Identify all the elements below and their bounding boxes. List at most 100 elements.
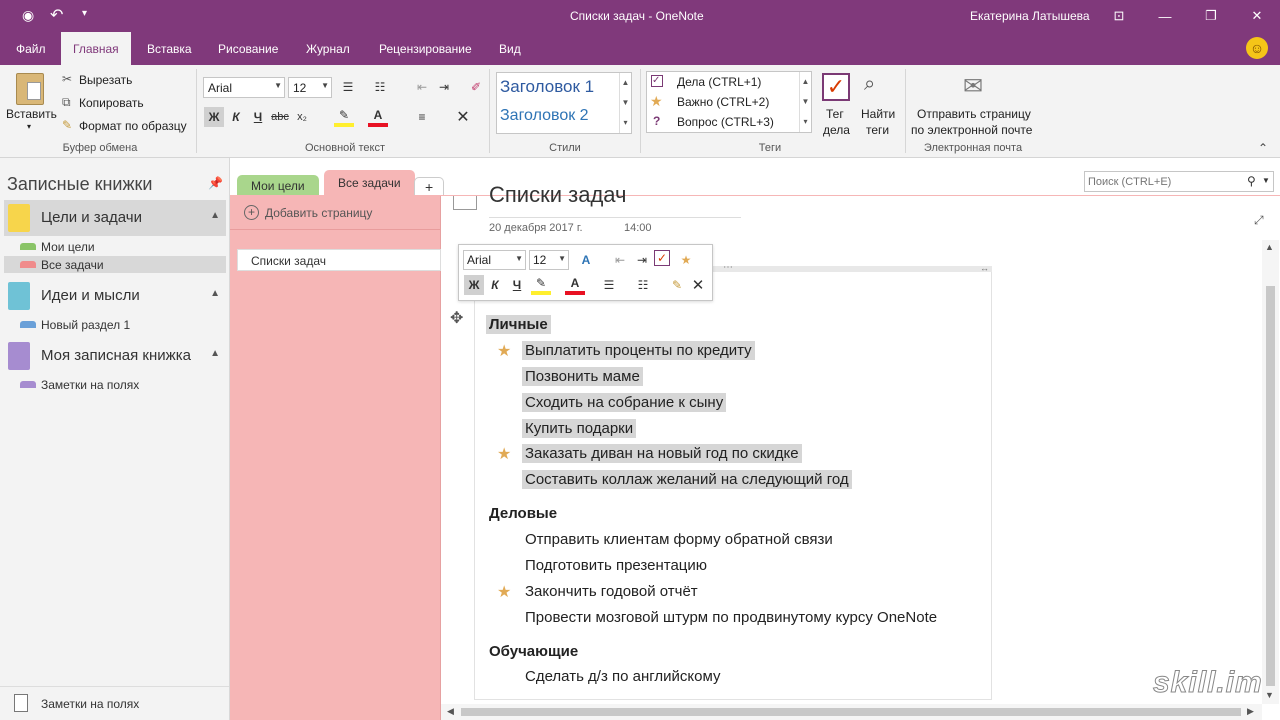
list-item[interactable]: Отправить клиентам форму обратной связи	[525, 531, 833, 548]
styles-scroll-icon[interactable]: ▲ ▼ ▾	[619, 73, 631, 133]
minimize-icon[interactable]: —	[1142, 0, 1188, 32]
bullets-icon[interactable]: ☰	[338, 77, 358, 97]
list-item[interactable]: Составить коллаж желаний на следующий го…	[522, 470, 852, 489]
paste-button[interactable]: Вставить	[6, 107, 57, 121]
collapse-ribbon-icon[interactable]: ⌃	[1258, 141, 1268, 155]
heading-study[interactable]: Обучающие	[489, 643, 578, 660]
list-item[interactable]: Заказать диван на новый год по скидке	[522, 444, 802, 463]
decrease-indent-icon[interactable]: ⇤	[610, 250, 630, 270]
email-page-label-1[interactable]: Отправить страницу	[917, 107, 1031, 121]
section-side-notes[interactable]: Заметки на полях	[4, 376, 226, 393]
mini-underline-button[interactable]: Ч	[507, 275, 527, 295]
collapse-icon[interactable]: ▲	[210, 348, 220, 359]
font-name-select[interactable]: Arial ▼	[203, 77, 285, 98]
mini-bullets-icon[interactable]: ☰	[599, 275, 619, 295]
underline-button[interactable]: Ч	[248, 107, 268, 127]
tab-file[interactable]: Файл	[4, 32, 58, 65]
envelope-icon[interactable]: ✉	[958, 75, 988, 99]
mini-size-select[interactable]: 12 ▼	[529, 250, 569, 270]
strikethrough-button[interactable]: abc	[270, 107, 290, 127]
search-scope-dropdown-icon[interactable]: ▼	[1262, 176, 1270, 185]
horizontal-scrollbar[interactable]: ◀ ▶	[441, 704, 1262, 720]
scroll-right-icon[interactable]: ▶	[1247, 706, 1254, 717]
section-all-tasks[interactable]: Все задачи	[4, 256, 226, 273]
list-item[interactable]: Подготовить презентацию	[525, 557, 707, 574]
mini-bold-button[interactable]: Ж	[464, 275, 484, 295]
tab-review[interactable]: Рецензирование	[367, 32, 484, 65]
highlight-icon[interactable]: ✎	[334, 107, 354, 127]
section-new-1[interactable]: Новый раздел 1	[4, 316, 226, 333]
pin-icon[interactable]: 📌	[208, 176, 223, 190]
list-item[interactable]: Выплатить проценты по кредиту	[522, 341, 755, 360]
paste-dropdown-icon[interactable]: ▾	[27, 122, 31, 131]
page-title[interactable]: Списки задач	[489, 182, 627, 212]
decrease-indent-icon[interactable]: ⇤	[412, 77, 432, 97]
subscript-button[interactable]: x₂	[292, 107, 312, 127]
tag-question[interactable]: Вопрос (CTRL+3)	[677, 115, 774, 129]
mini-highlight-icon[interactable]: ✎	[531, 275, 551, 295]
search-input[interactable]	[1088, 174, 1238, 189]
format-painter-button[interactable]: Формат по образцу	[79, 119, 187, 133]
tag-dropdown-icon[interactable]: ★	[676, 250, 696, 270]
cut-button[interactable]: Вырезать	[79, 73, 132, 87]
mini-numbering-icon[interactable]: ☷	[633, 275, 653, 295]
bold-button[interactable]: Ж	[204, 107, 224, 127]
expand-icon[interactable]: ⤢	[1254, 213, 1264, 228]
copy-button[interactable]: Копировать	[79, 96, 144, 110]
tab-home[interactable]: Главная	[61, 32, 131, 65]
tab-insert[interactable]: Вставка	[135, 32, 204, 65]
notebook-my[interactable]: Моя записная книжка ▲	[4, 338, 226, 374]
h-scroll-thumb[interactable]	[461, 708, 1241, 716]
list-item[interactable]: Сходить на собрание к сыну	[522, 393, 727, 412]
heading-personal[interactable]: Личные	[486, 315, 551, 334]
list-item[interactable]: Провести мозговой штурм по продвинутому …	[525, 609, 937, 626]
find-tags-icon[interactable]: ⌕	[864, 73, 894, 103]
tab-my-goals[interactable]: Мои цели	[237, 175, 319, 197]
tab-draw[interactable]: Рисование	[206, 32, 290, 65]
style-heading1[interactable]: Заголовок 1	[500, 77, 594, 97]
collapse-icon[interactable]: ▲	[210, 288, 220, 299]
tab-history[interactable]: Журнал	[294, 32, 362, 65]
heading-business[interactable]: Деловые	[489, 505, 557, 522]
search-box[interactable]: ⚲ ▼	[1084, 171, 1274, 192]
increase-indent-icon[interactable]: ⇥	[434, 77, 454, 97]
email-page-label-2[interactable]: по электронной почте	[911, 123, 1032, 137]
restore-icon[interactable]: ❐	[1188, 0, 1234, 32]
mini-format-painter-icon[interactable]: ✎	[667, 275, 687, 295]
list-item[interactable]: Позвонить маме	[522, 367, 643, 386]
tag-todo[interactable]: Дела (CTRL+1)	[677, 75, 761, 89]
todo-check-icon[interactable]: ✓	[654, 250, 670, 266]
paste-icon[interactable]	[16, 73, 44, 105]
todo-tag-label-2[interactable]: дела	[823, 123, 850, 137]
tags-scroll-icon[interactable]: ▲ ▼ ▾	[799, 72, 811, 132]
scroll-up-icon[interactable]: ▲	[1265, 242, 1274, 252]
notebook-ideas[interactable]: Идеи и мысли ▲	[4, 278, 226, 314]
tag-important[interactable]: Важно (CTRL+2)	[677, 95, 769, 109]
list-item[interactable]: Закончить годовой отчёт	[525, 583, 698, 600]
add-section-button[interactable]: +	[414, 177, 445, 196]
mini-font-select[interactable]: Arial ▼	[463, 250, 526, 270]
numbering-icon[interactable]: ☷	[370, 77, 390, 97]
close-icon[interactable]: ✕	[1234, 0, 1280, 32]
increase-indent-icon[interactable]: ⇥	[632, 250, 652, 270]
vertical-scrollbar[interactable]: ▲ ▼	[1262, 240, 1279, 704]
mini-italic-button[interactable]: К	[485, 275, 505, 295]
mini-font-color-icon[interactable]: A	[565, 275, 585, 295]
undo-icon[interactable]: ↶	[50, 5, 63, 25]
quick-access-dropdown-icon[interactable]: ▾	[82, 8, 87, 19]
add-page-button[interactable]: + Добавить страницу	[230, 196, 440, 230]
find-tags-label-2[interactable]: теги	[866, 123, 889, 137]
back-icon[interactable]: ◉	[22, 7, 34, 24]
font-color-icon[interactable]: A	[368, 107, 388, 127]
scroll-thumb[interactable]	[1266, 286, 1275, 686]
move-icon[interactable]: ✥	[450, 308, 463, 328]
smiley-feedback-icon[interactable]: ☺	[1246, 37, 1268, 59]
section-my-goals[interactable]: Мои цели	[4, 238, 226, 255]
styles-gallery[interactable]: Заголовок 1 Заголовок 2 ▲ ▼ ▾	[496, 72, 632, 134]
page-item-selected[interactable]: Списки задач	[237, 249, 441, 271]
font-size-select[interactable]: 12 ▼	[288, 77, 332, 98]
text-styles-icon[interactable]: A	[576, 250, 596, 270]
list-item[interactable]: Сделать д/з по английскому	[525, 668, 720, 685]
collapse-icon[interactable]: ▲	[210, 210, 220, 221]
tab-all-tasks[interactable]: Все задачи	[324, 170, 415, 197]
